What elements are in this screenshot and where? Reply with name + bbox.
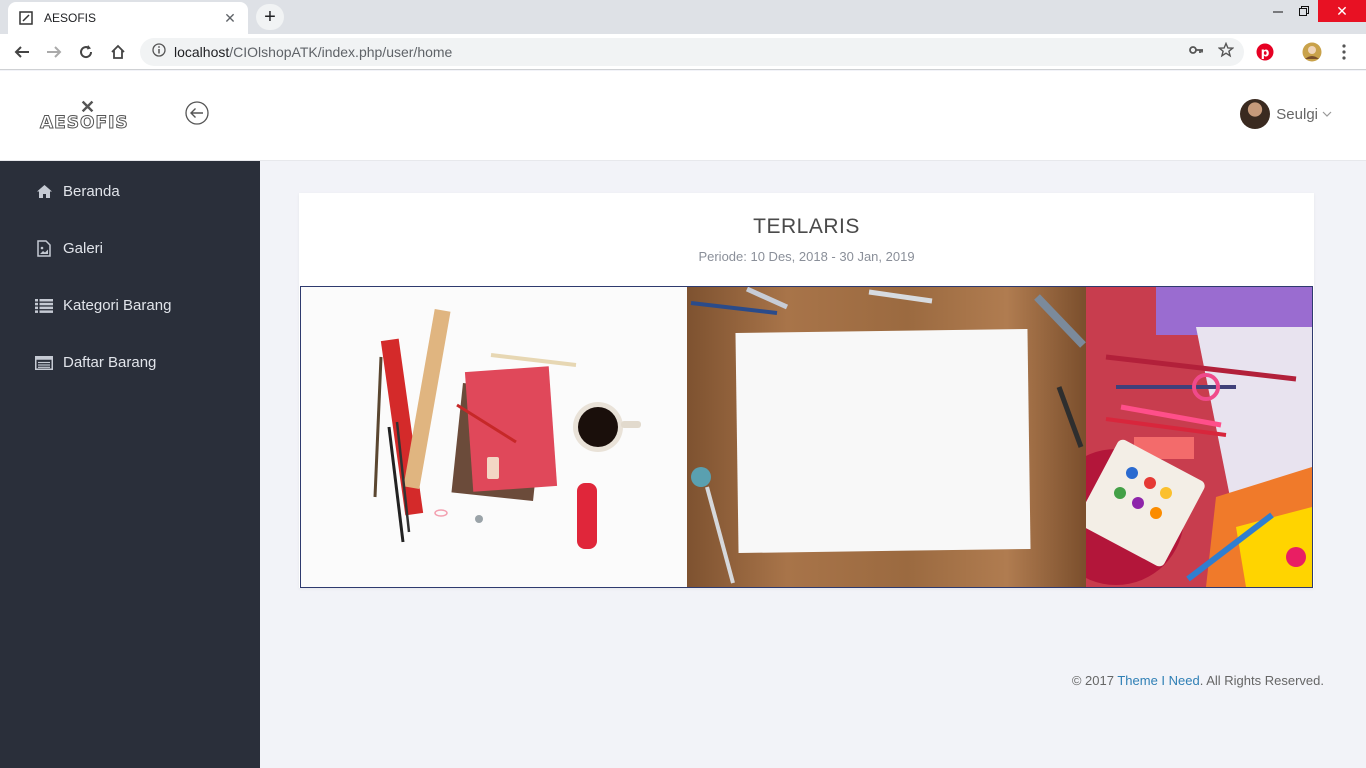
address-bar[interactable]: localhost/CIOlshopATK/index.php/user/hom… — [140, 38, 1244, 66]
period-text: Periode: 10 Des, 2018 - 30 Jan, 2019 — [698, 249, 915, 264]
tab-title: AESOFIS — [44, 11, 97, 25]
url-path: /CIOlshopATK/index.php/user/home — [229, 44, 453, 60]
image-icon — [35, 240, 53, 258]
tab-close-icon[interactable]: ✕ — [222, 10, 238, 26]
sidebar-item-galeri[interactable]: Galeri — [0, 220, 260, 277]
chevron-down-icon — [1322, 109, 1332, 120]
star-bookmark-icon[interactable] — [1217, 41, 1235, 63]
minimize-button[interactable] — [1266, 0, 1290, 22]
sidebar-toggle-back-icon[interactable] — [185, 101, 209, 125]
pinterest-extension-icon[interactable]: p — [1255, 42, 1275, 62]
craft-supplies-photo — [1086, 287, 1312, 587]
table-icon — [35, 354, 53, 372]
user-name: Seulgi — [1276, 105, 1318, 123]
browser-tab-strip: AESOFIS ✕ + ✕ — [0, 0, 1366, 34]
logo-text: AESOFIS — [40, 113, 129, 134]
back-arrow-icon[interactable] — [10, 40, 34, 64]
wooden-desk-blank-paper-photo — [687, 287, 1087, 587]
url-host: localhost — [174, 44, 230, 60]
browser-menu-icon[interactable] — [1334, 42, 1354, 62]
key-icon[interactable] — [1188, 42, 1204, 63]
window-close-button[interactable]: ✕ — [1318, 0, 1366, 22]
banner-image — [300, 286, 1313, 588]
footer-rights: . All Rights Reserved. — [1199, 673, 1324, 688]
sidebar-item-label: Daftar Barang — [63, 354, 157, 371]
forward-arrow-icon[interactable] — [42, 40, 66, 64]
sidebar-item-label: Beranda — [63, 183, 120, 200]
sidebar: Beranda Galeri Kategori Barang Daftar Ba… — [0, 161, 260, 768]
footer-theme-link[interactable]: Theme I Need — [1117, 673, 1199, 688]
best-seller-card: TERLARIS Periode: 10 Des, 2018 - 30 Jan,… — [299, 193, 1314, 588]
stationery-photo-white — [301, 287, 688, 587]
sidebar-item-label: Galeri — [63, 240, 104, 257]
restore-button[interactable] — [1292, 0, 1316, 22]
svg-text:p: p — [1261, 46, 1270, 60]
home-browser-icon[interactable] — [106, 40, 130, 64]
sidebar-item-daftar-barang[interactable]: Daftar Barang — [0, 334, 260, 391]
profile-avatar-icon[interactable] — [1302, 42, 1322, 62]
list-icon — [35, 297, 53, 315]
footer-copyright: © 2017 — [1071, 673, 1118, 688]
page-title: TERLARIS — [753, 215, 860, 238]
sidebar-item-kategori-barang[interactable]: Kategori Barang — [0, 277, 260, 334]
info-icon[interactable] — [152, 42, 166, 62]
browser-toolbar: localhost/CIOlshopATK/index.php/user/hom… — [0, 34, 1366, 70]
app-header: ✕ AESOFIS Seulgi — [0, 71, 1366, 161]
footer: © 2017 Theme I Need. All Rights Reserved… — [1072, 673, 1324, 688]
home-icon — [35, 183, 53, 201]
sidebar-item-label: Kategori Barang — [63, 297, 172, 314]
avatar — [1240, 99, 1271, 129]
sidebar-item-beranda[interactable]: Beranda — [0, 163, 260, 220]
page-favicon-icon — [18, 10, 34, 26]
browser-tab[interactable]: AESOFIS ✕ — [8, 2, 248, 34]
user-menu[interactable]: Seulgi — [1240, 99, 1332, 129]
aesofis-logo[interactable]: ✕ AESOFIS — [40, 97, 140, 135]
new-tab-button[interactable]: + — [256, 4, 284, 30]
reload-icon[interactable] — [74, 40, 98, 64]
